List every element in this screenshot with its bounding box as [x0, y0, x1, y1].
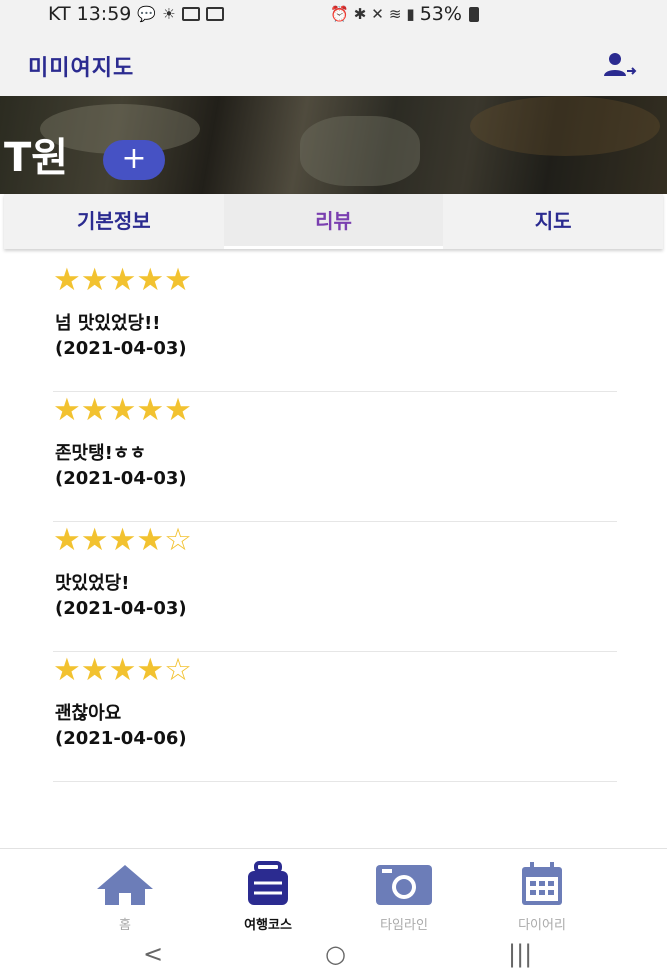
wifi-icon: ≋ — [388, 5, 402, 23]
signal-icon: ▮ — [406, 5, 415, 23]
tab-review[interactable]: 리뷰 — [223, 194, 444, 249]
review-date: (2021-04-03) — [55, 338, 187, 359]
list-item: ★★★★☆ 맛있었당! (2021-04-03) — [53, 522, 617, 652]
nav-home[interactable]: 홈 — [70, 861, 180, 933]
nav-timeline[interactable]: 타임라인 — [349, 861, 459, 933]
bottom-nav: 홈 여행코스 타임라인 다이어리 — [0, 848, 667, 934]
app-title: 미미여지도 — [28, 56, 135, 81]
star-rating: ★★★★☆ — [53, 522, 192, 558]
add-button[interactable]: + — [103, 140, 165, 180]
star-rating: ★★★★★ — [53, 392, 192, 428]
tab-map[interactable]: 지도 — [443, 194, 663, 249]
list-item: ★★★★★ 넘 맛있었당!! (2021-04-03) — [53, 262, 617, 392]
battery-level: 53% — [419, 3, 462, 25]
talk-icon: 💬 — [137, 5, 157, 23]
place-hero-image: T원 + — [0, 96, 667, 194]
review-text: 괜찮아요 — [55, 703, 122, 724]
status-bar: KT 13:59 💬 ☀ ⏰ ✱ ✕ ≋ ▮ 53% — [0, 0, 667, 32]
review-text: 존맛탱!ㅎㅎ — [55, 443, 147, 464]
review-date: (2021-04-06) — [55, 728, 187, 749]
system-nav: < ○ ||| — [0, 934, 667, 974]
list-item: ★★★★☆ 괜찮아요 (2021-04-06) — [53, 652, 617, 782]
nav-label-travel-course: 여행코스 — [244, 918, 292, 933]
review-text: 맛있었당! — [55, 573, 130, 594]
status-left: KT 13:59 💬 ☀ — [48, 3, 224, 25]
review-date: (2021-04-03) — [55, 598, 187, 619]
mute-icon: ✕ — [371, 5, 384, 23]
status-right: ⏰ ✱ ✕ ≋ ▮ 53% — [330, 3, 479, 25]
notification-icon — [181, 7, 200, 21]
carrier-time: KT 13:59 — [48, 3, 132, 25]
place-name: T원 — [4, 135, 69, 181]
nav-label-timeline: 타임라인 — [380, 918, 428, 933]
review-list: ★★★★★ 넘 맛있었당!! (2021-04-03) ★★★★★ 존맛탱!ㅎㅎ… — [53, 262, 617, 782]
calendar-icon — [522, 862, 562, 905]
nav-label-home: 홈 — [119, 918, 131, 933]
recents-button[interactable]: ||| — [508, 940, 532, 968]
camera-icon — [376, 865, 432, 905]
weather-icon: ☀ — [162, 5, 176, 23]
star-rating: ★★★★★ — [53, 262, 192, 298]
review-text: 넘 맛있었당!! — [55, 313, 161, 334]
bluetooth-icon: ✱ — [353, 5, 367, 23]
alarm-icon: ⏰ — [330, 5, 349, 23]
app-bar: 미미여지도 — [0, 32, 667, 96]
review-date: (2021-04-03) — [55, 468, 187, 489]
nav-diary[interactable]: 다이어리 — [487, 861, 597, 933]
tab-basic-info[interactable]: 기본정보 — [4, 194, 224, 249]
tab-bar: 기본정보 리뷰 지도 — [4, 194, 663, 249]
back-button[interactable]: < — [143, 940, 163, 968]
list-item: ★★★★★ 존맛탱!ㅎㅎ (2021-04-03) — [53, 392, 617, 522]
gallery-icon — [205, 7, 224, 21]
star-rating: ★★★★☆ — [53, 652, 192, 688]
nav-label-diary: 다이어리 — [518, 918, 566, 933]
account-switch-icon[interactable] — [603, 52, 637, 78]
luggage-icon — [248, 861, 288, 905]
battery-icon — [468, 6, 479, 22]
home-icon — [97, 865, 153, 905]
nav-travel-course[interactable]: 여행코스 — [213, 861, 323, 933]
home-button[interactable]: ○ — [325, 940, 346, 968]
